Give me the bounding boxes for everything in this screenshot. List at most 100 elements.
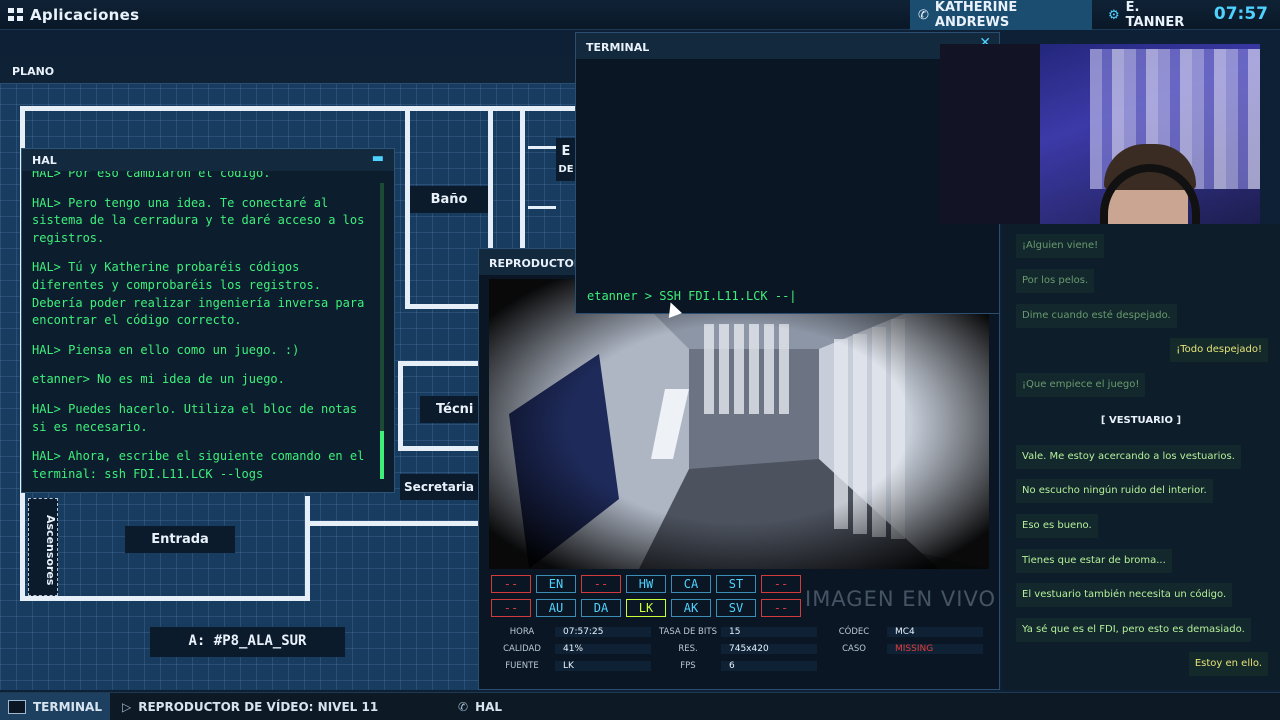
hal-message: HAL> Por eso cambiaron el código. [32,171,271,180]
hal-window: HAL ▬ HAL> Por eso cambiaron el código. … [21,148,395,493]
terminal-window[interactable]: TERMINAL ✕ etanner > SSH FDI.L11.LCK --| [575,32,1000,314]
chat-panel: ¡Alguien viene! Por los pelos. Dime cuan… [1002,224,1280,690]
taskbar: TERMINAL ▷ REPRODUCTOR DE VÍDEO: NIVEL 1… [0,692,1280,720]
chip[interactable]: -- [581,575,621,593]
hal-message: HAL> Pero tengo una idea. Te conectaré a… [32,195,365,245]
chat-message: Ya sé que es el FDI, pero esto es demasi… [1016,618,1251,642]
meta-value: 07:57:25 [555,627,651,637]
phone-icon: ✆ [918,7,929,23]
hal-message: HAL> Ahora, escribe el siguiente comando… [32,449,365,481]
chat-message: Vale. Me estoy acercando a los vestuario… [1016,445,1241,469]
chat-message-out: Estoy en ello. [1188,652,1268,676]
chip[interactable]: SV [716,599,756,617]
wall [398,446,478,451]
room-entrada: Entrada [125,526,235,553]
user-message: etanner> No es mi idea de un juego. [32,372,285,387]
locker-room-image [489,279,989,569]
taskbar-hal-label: HAL [475,700,503,714]
hal-title: HAL [32,154,57,167]
room-bano: Baño [410,186,488,213]
scrollbar-thumb[interactable] [380,431,384,479]
meta-value: 41% [555,644,651,654]
hal-message: HAL> Tú y Katherine probaréis códigos di… [32,260,365,328]
hal-message: HAL> Puedes hacerlo. Utiliza el bloc de … [32,401,358,434]
location-address: A: #P8_ALA_SUR [150,627,345,657]
meta-key: HORA [509,627,535,637]
user-gear-icon: ⚙ [1108,7,1120,23]
wall [305,496,310,601]
chip[interactable]: -- [761,575,801,593]
terminal-title-bar: TERMINAL ✕ [576,33,999,59]
chat-message: No escucho ningún ruido del interior. [1016,479,1213,503]
live-label: IMAGEN EN VIVO [805,587,996,611]
chat-message: El vestuario también necesita un código. [1016,583,1233,607]
clock: 07:57 [1213,4,1268,24]
chat-message: Dime cuando esté despejado. [1016,304,1177,328]
room-tecnico: Técni [420,396,478,423]
meta-value: MISSING [887,644,983,654]
chat-message: Por los pelos. [1016,269,1095,293]
video-file-icon: ▷ [122,700,132,714]
contact-katherine-andrews[interactable]: ✆ KATHERINE ANDREWS [910,0,1092,30]
taskbar-terminal[interactable]: TERMINAL [0,693,110,720]
camera-feed [489,279,989,569]
chip[interactable]: -- [491,599,531,617]
top-bar: Aplicaciones ✆ KATHERINE ANDREWS ⚙ E. TA… [0,0,1280,30]
chat-message: ¡Que empiece el juego! [1016,373,1146,397]
plano-title: PLANO [0,56,580,84]
chat-section-separator: [ VESTUARIO ] [1100,415,1182,426]
chat-message: ¡Alguien viene! [1016,234,1105,258]
room-ascensores: Ascensores [28,498,58,596]
chip[interactable]: -- [491,575,531,593]
wall [520,106,525,256]
terminal-input[interactable]: etanner > SSH FDI.L11.LCK --| [587,289,797,303]
meta-key: CASO [842,644,866,654]
contact-user[interactable]: ⚙ E. TANNER [1100,0,1205,30]
hal-log: HAL> Por eso cambiaron el código. HAL> P… [32,171,372,491]
chip[interactable]: AK [671,599,711,617]
wall [398,361,403,451]
chip[interactable]: CA [671,575,711,593]
chat-message: Eso es bueno. [1016,514,1098,538]
terminal-title: TERMINAL [586,41,650,54]
taskbar-hal[interactable]: ✆ HAL [450,693,530,720]
meta-value: 745x420 [721,644,817,654]
stairs [528,206,556,209]
wall [20,596,310,601]
chip[interactable]: HW [626,575,666,593]
terminal-icon [8,700,26,714]
webcam-shadow [940,44,1040,224]
taskbar-video-player[interactable]: ▷ REPRODUCTOR DE VÍDEO: NIVEL 11 [114,693,444,720]
minimize-icon[interactable]: ▬ [372,151,384,166]
meta-key: TASA DE BITS [659,627,717,637]
chat-message-out: ¡Todo despejado! [1170,338,1268,362]
meta-value: 6 [721,661,817,671]
room-partial-de: DE [556,158,576,181]
hal-scrollbar[interactable] [380,183,384,479]
video-player-window: REPRODUCTOR D IMAGEN EN VIVO -- EN -- HW… [478,248,1000,690]
chip[interactable]: EN [536,575,576,593]
apps-grid-icon [8,7,24,22]
chip[interactable]: ST [716,575,756,593]
chip[interactable]: DA [581,599,621,617]
apps-menu[interactable]: Aplicaciones [0,6,139,24]
chip[interactable]: AU [536,599,576,617]
wall [398,361,478,366]
taskbar-terminal-label: TERMINAL [32,700,102,714]
hal-message: HAL> Piensa en ello como un juego. :) [32,342,300,357]
apps-label: Aplicaciones [30,5,140,24]
meta-key: FPS [680,661,696,671]
phone-icon: ✆ [458,700,469,714]
hal-title-bar: HAL ▬ [22,149,394,171]
chip-selected[interactable]: LK [626,599,666,617]
meta-key: CALIDAD [503,644,541,654]
desktop: Aplicaciones ✆ KATHERINE ANDREWS ⚙ E. TA… [0,0,1280,720]
chip[interactable]: -- [761,599,801,617]
user-name: E. TANNER [1125,0,1185,30]
meta-value: LK [555,661,651,671]
meta-value: MC4 [887,627,983,637]
meta-value: 15 [721,627,817,637]
meta-key: FUENTE [505,661,539,671]
meta-key: RES. [678,644,698,654]
taskbar-video-label: REPRODUCTOR DE VÍDEO: NIVEL 11 [138,700,379,714]
